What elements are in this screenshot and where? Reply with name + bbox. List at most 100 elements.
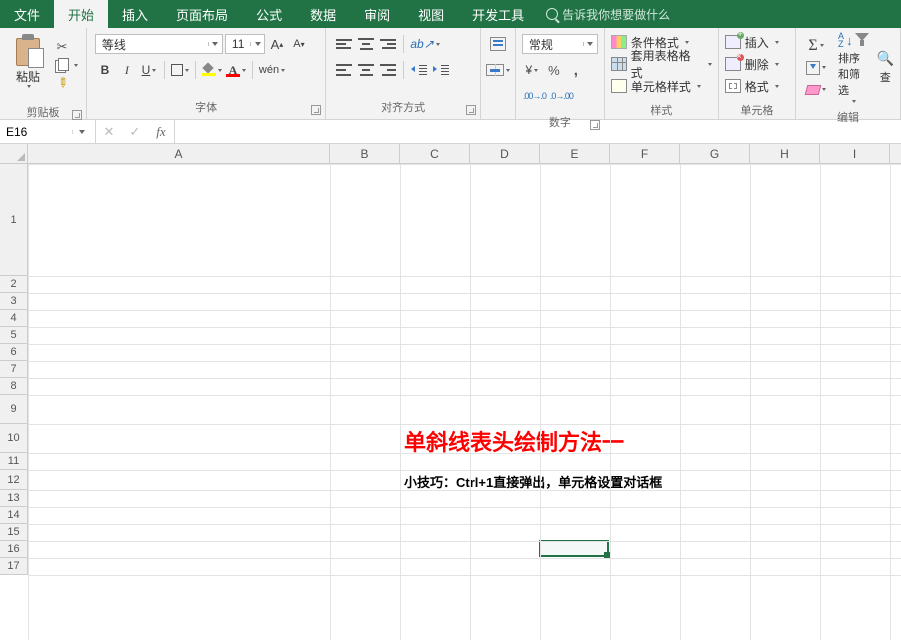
font-size-combo[interactable]: 11 bbox=[225, 34, 265, 54]
fill-button[interactable] bbox=[802, 58, 830, 78]
format-icon bbox=[725, 79, 741, 93]
increase-decimal-button[interactable]: .00→.0 bbox=[522, 86, 547, 106]
wrap-text-button[interactable] bbox=[488, 34, 508, 54]
row-header-9[interactable]: 9 bbox=[0, 395, 27, 424]
row-header-6[interactable]: 6 bbox=[0, 344, 27, 361]
row-header-10[interactable]: 10 bbox=[0, 424, 27, 453]
bold-button[interactable]: B bbox=[95, 60, 115, 80]
align-center-button[interactable] bbox=[356, 60, 376, 80]
row-header-1[interactable]: 1 bbox=[0, 164, 27, 276]
align-left-button[interactable] bbox=[334, 60, 354, 80]
fill-icon bbox=[202, 64, 216, 76]
decrease-decimal-button[interactable]: .0→.00 bbox=[549, 86, 574, 106]
row-header-11[interactable]: 11 bbox=[0, 453, 27, 470]
align-top-button[interactable] bbox=[334, 34, 354, 54]
tab-developer[interactable]: 开发工具 bbox=[458, 0, 538, 28]
sort-filter-button[interactable]: AZ↓ 排序和筛选 bbox=[838, 32, 869, 103]
decrease-indent-icon bbox=[411, 63, 427, 77]
font-color-button[interactable]: A bbox=[225, 60, 247, 80]
name-box-input[interactable] bbox=[0, 125, 72, 139]
paste-button[interactable]: 粘贴 bbox=[6, 32, 50, 98]
row-header-15[interactable]: 15 bbox=[0, 524, 27, 541]
row-header-3[interactable]: 3 bbox=[0, 293, 27, 310]
insert-function-button[interactable]: fx bbox=[148, 124, 174, 140]
cell-styles-button[interactable]: 单元格样式 bbox=[611, 76, 701, 96]
font-name-combo[interactable]: 等线 bbox=[95, 34, 223, 54]
copy-button[interactable] bbox=[54, 57, 70, 73]
percent-style-button[interactable] bbox=[544, 60, 564, 80]
number-dialog-launcher[interactable] bbox=[590, 120, 600, 130]
align-left-icon bbox=[336, 63, 352, 77]
select-all-corner[interactable] bbox=[0, 144, 28, 164]
column-header-I[interactable]: I bbox=[820, 144, 890, 163]
tell-me-search[interactable]: 告诉我你想要做什么 bbox=[538, 0, 678, 28]
tab-file[interactable]: 文件 bbox=[0, 0, 54, 28]
italic-button[interactable]: I bbox=[117, 60, 137, 80]
row-header-7[interactable]: 7 bbox=[0, 361, 27, 378]
decrease-font-button[interactable]: A▾ bbox=[289, 34, 309, 54]
orientation-button[interactable]: ab↗ bbox=[409, 34, 440, 54]
autosum-button[interactable]: Σ bbox=[802, 36, 830, 56]
column-header-G[interactable]: G bbox=[680, 144, 750, 163]
row-header-8[interactable]: 8 bbox=[0, 378, 27, 395]
format-as-table-button[interactable]: 套用表格格式 bbox=[611, 54, 712, 74]
cancel-formula-button[interactable]: ✕ bbox=[96, 124, 122, 140]
align-middle-button[interactable] bbox=[356, 34, 376, 54]
font-dialog-launcher[interactable] bbox=[311, 105, 321, 115]
column-header-B[interactable]: B bbox=[330, 144, 400, 163]
decrease-indent-button[interactable] bbox=[409, 60, 429, 80]
merge-center-button[interactable] bbox=[485, 60, 511, 80]
delete-cells-button[interactable]: 删除 bbox=[725, 54, 779, 74]
row-header-14[interactable]: 14 bbox=[0, 507, 27, 524]
alignment-dialog-launcher[interactable] bbox=[466, 105, 476, 115]
enter-formula-button[interactable]: ✓ bbox=[122, 124, 148, 140]
accounting-format-button[interactable]: ¥ bbox=[522, 60, 542, 80]
tab-home[interactable]: 开始 bbox=[54, 0, 108, 28]
row-header-17[interactable]: 17 bbox=[0, 558, 27, 575]
align-middle-icon bbox=[358, 37, 374, 51]
row-header-16[interactable]: 16 bbox=[0, 541, 27, 558]
underline-button[interactable]: U bbox=[139, 60, 159, 80]
name-box-dropdown[interactable] bbox=[72, 130, 90, 134]
align-right-button[interactable] bbox=[378, 60, 398, 80]
clear-button[interactable] bbox=[802, 80, 830, 100]
row-header-5[interactable]: 5 bbox=[0, 327, 27, 344]
number-format-combo[interactable]: 常规 bbox=[522, 34, 598, 54]
copy-dropdown[interactable] bbox=[74, 64, 78, 67]
format-painter-button[interactable] bbox=[54, 75, 70, 91]
row-header-4[interactable]: 4 bbox=[0, 310, 27, 327]
group-label-styles: 样式 bbox=[605, 100, 718, 122]
cells-area[interactable]: 单斜线表头绘制方法一 小技巧：Ctrl+1直接弹出，单元格设置对话框 bbox=[28, 164, 901, 640]
cut-button[interactable] bbox=[54, 39, 70, 55]
increase-font-button[interactable]: A▴ bbox=[267, 34, 287, 54]
comma-icon bbox=[574, 62, 578, 79]
tab-review[interactable]: 审阅 bbox=[350, 0, 404, 28]
column-header-A[interactable]: A bbox=[28, 144, 330, 163]
fill-color-button[interactable] bbox=[201, 60, 223, 80]
column-header-H[interactable]: H bbox=[750, 144, 820, 163]
phonetic-button[interactable]: wén bbox=[258, 60, 286, 80]
column-header-D[interactable]: D bbox=[470, 144, 540, 163]
row-header-2[interactable]: 2 bbox=[0, 276, 27, 293]
column-header-E[interactable]: E bbox=[540, 144, 610, 163]
row-header-12[interactable]: 12 bbox=[0, 470, 27, 490]
tab-formulas[interactable]: 公式 bbox=[242, 0, 296, 28]
group-font: 等线 11 A▴ A▾ B I U A wén 字 bbox=[87, 28, 326, 119]
increase-indent-button[interactable] bbox=[431, 60, 451, 80]
row-headers: 1234567891011121314151617 bbox=[0, 164, 28, 575]
find-select-button[interactable]: 🔍 查 bbox=[877, 50, 894, 85]
comma-style-button[interactable] bbox=[566, 60, 586, 80]
column-header-F[interactable]: F bbox=[610, 144, 680, 163]
tab-data[interactable]: 数据 bbox=[296, 0, 350, 28]
align-bottom-button[interactable] bbox=[378, 34, 398, 54]
tab-page-layout[interactable]: 页面布局 bbox=[162, 0, 242, 28]
tab-view[interactable]: 视图 bbox=[404, 0, 458, 28]
clipboard-dialog-launcher[interactable] bbox=[72, 110, 82, 120]
insert-cells-button[interactable]: 插入 bbox=[725, 32, 779, 52]
search-icon bbox=[546, 8, 558, 20]
tab-insert[interactable]: 插入 bbox=[108, 0, 162, 28]
column-header-C[interactable]: C bbox=[400, 144, 470, 163]
borders-button[interactable] bbox=[170, 60, 190, 80]
format-cells-button[interactable]: 格式 bbox=[725, 76, 779, 96]
row-header-13[interactable]: 13 bbox=[0, 490, 27, 507]
